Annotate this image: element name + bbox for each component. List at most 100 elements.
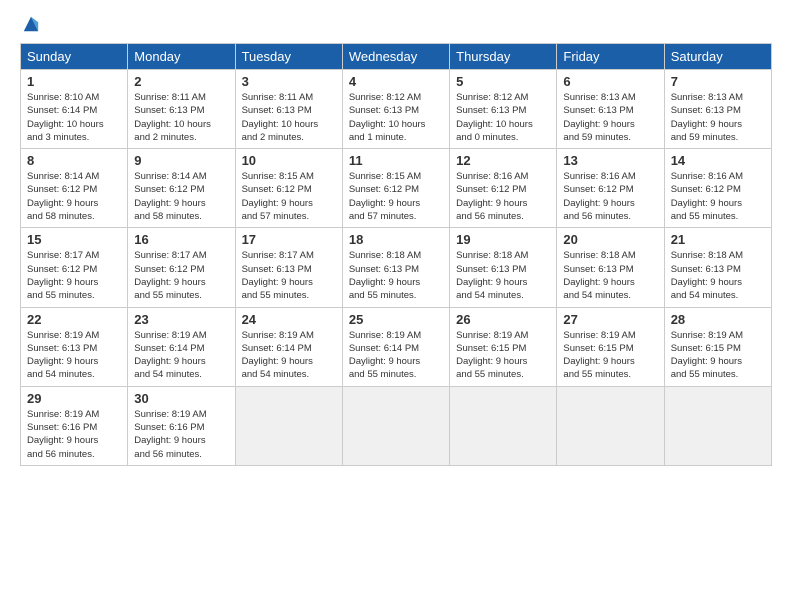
day-info: Sunrise: 8:14 AMSunset: 6:12 PMDaylight:… [27,170,121,223]
day-info: Sunrise: 8:19 AMSunset: 6:15 PMDaylight:… [671,329,765,382]
day-info: Sunrise: 8:12 AMSunset: 6:13 PMDaylight:… [456,91,550,144]
logo-icon [22,15,40,33]
day-number: 8 [27,153,121,168]
day-cell: 16Sunrise: 8:17 AMSunset: 6:12 PMDayligh… [128,228,235,307]
day-cell: 24 Sunrise: 8:19 AMSunset: 6:14 PMDayligh… [235,307,342,386]
day-info: Sunrise: 8:19 AMSunset: 6:15 PMDaylight:… [563,329,657,382]
day-cell: 15 Sunrise: 8:17 AMSunset: 6:12 PMDayligh… [21,228,128,307]
day-cell [450,386,557,465]
day-number: 26 [456,312,550,327]
header-row: SundayMondayTuesdayWednesdayThursdayFrid… [21,44,772,70]
day-number: 17 [242,232,336,247]
day-cell: 4 Sunrise: 8:12 AMSunset: 6:13 PMDaylight… [342,70,449,149]
day-cell: 10 Sunrise: 8:15 AMSunset: 6:12 PMDayligh… [235,149,342,228]
day-number: 28 [671,312,765,327]
day-info: Sunrise: 8:14 AMSunset: 6:12 PMDaylight:… [134,170,228,223]
day-number: 5 [456,74,550,89]
day-number: 4 [349,74,443,89]
day-number: 1 [27,74,121,89]
day-info: Sunrise: 8:16 AMSunset: 6:12 PMDaylight:… [563,170,657,223]
day-cell: 17 Sunrise: 8:17 AMSunset: 6:13 PMDayligh… [235,228,342,307]
day-info: Sunrise: 8:17 AMSunset: 6:12 PMDaylight:… [27,249,121,302]
day-number: 10 [242,153,336,168]
day-info: Sunrise: 8:15 AMSunset: 6:12 PMDaylight:… [349,170,443,223]
day-cell: 27 Sunrise: 8:19 AMSunset: 6:15 PMDayligh… [557,307,664,386]
day-info: Sunrise: 8:19 AMSunset: 6:15 PMDaylight:… [456,329,550,382]
day-info: Sunrise: 8:18 AMSunset: 6:13 PMDaylight:… [456,249,550,302]
day-info: Sunrise: 8:19 AMSunset: 6:13 PMDaylight:… [27,329,121,382]
day-cell: 30 Sunrise: 8:19 AMSunset: 6:16 PMDayligh… [128,386,235,465]
day-cell: 20 Sunrise: 8:18 AMSunset: 6:13 PMDayligh… [557,228,664,307]
day-info: Sunrise: 8:10 AMSunset: 6:14 PMDaylight:… [27,91,121,144]
day-info: Sunrise: 8:19 AMSunset: 6:14 PMDaylight:… [134,329,228,382]
day-cell: 26 Sunrise: 8:19 AMSunset: 6:15 PMDayligh… [450,307,557,386]
day-number: 27 [563,312,657,327]
day-cell: 19Sunrise: 8:18 AMSunset: 6:13 PMDayligh… [450,228,557,307]
day-info: Sunrise: 8:19 AMSunset: 6:14 PMDaylight:… [349,329,443,382]
week-row-2: 8 Sunrise: 8:14 AMSunset: 6:12 PMDaylight… [21,149,772,228]
day-number: 18 [349,232,443,247]
week-row-5: 29 Sunrise: 8:19 AMSunset: 6:16 PMDayligh… [21,386,772,465]
day-number: 29 [27,391,121,406]
day-number: 11 [349,153,443,168]
week-row-4: 22 Sunrise: 8:19 AMSunset: 6:13 PMDayligh… [21,307,772,386]
day-number: 6 [563,74,657,89]
day-cell: 25Sunrise: 8:19 AMSunset: 6:14 PMDayligh… [342,307,449,386]
day-info: Sunrise: 8:13 AMSunset: 6:13 PMDaylight:… [671,91,765,144]
day-info: Sunrise: 8:19 AMSunset: 6:16 PMDaylight:… [134,408,228,461]
day-number: 2 [134,74,228,89]
day-number: 7 [671,74,765,89]
day-cell: 5 Sunrise: 8:12 AMSunset: 6:13 PMDaylight… [450,70,557,149]
header-cell-tuesday: Tuesday [235,44,342,70]
day-number: 13 [563,153,657,168]
day-number: 30 [134,391,228,406]
day-info: Sunrise: 8:12 AMSunset: 6:13 PMDaylight:… [349,91,443,144]
logo [20,15,40,33]
day-number: 9 [134,153,228,168]
header-cell-friday: Friday [557,44,664,70]
day-info: Sunrise: 8:15 AMSunset: 6:12 PMDaylight:… [242,170,336,223]
day-cell: 29 Sunrise: 8:19 AMSunset: 6:16 PMDayligh… [21,386,128,465]
day-info: Sunrise: 8:17 AMSunset: 6:13 PMDaylight:… [242,249,336,302]
day-number: 12 [456,153,550,168]
day-info: Sunrise: 8:18 AMSunset: 6:13 PMDaylight:… [563,249,657,302]
day-cell: 14 Sunrise: 8:16 AMSunset: 6:12 PMDayligh… [664,149,771,228]
day-number: 23 [134,312,228,327]
day-number: 15 [27,232,121,247]
day-cell: 12 Sunrise: 8:16 AMSunset: 6:12 PMDayligh… [450,149,557,228]
header-cell-thursday: Thursday [450,44,557,70]
day-cell: 18 Sunrise: 8:18 AMSunset: 6:13 PMDayligh… [342,228,449,307]
day-cell: 1 Sunrise: 8:10 AMSunset: 6:14 PMDaylight… [21,70,128,149]
day-number: 3 [242,74,336,89]
day-number: 21 [671,232,765,247]
day-cell: 3 Sunrise: 8:11 AMSunset: 6:13 PMDaylight… [235,70,342,149]
day-info: Sunrise: 8:18 AMSunset: 6:13 PMDaylight:… [349,249,443,302]
week-row-3: 15 Sunrise: 8:17 AMSunset: 6:12 PMDayligh… [21,228,772,307]
day-cell: 22 Sunrise: 8:19 AMSunset: 6:13 PMDayligh… [21,307,128,386]
day-info: Sunrise: 8:19 AMSunset: 6:16 PMDaylight:… [27,408,121,461]
day-info: Sunrise: 8:16 AMSunset: 6:12 PMDaylight:… [456,170,550,223]
day-info: Sunrise: 8:13 AMSunset: 6:13 PMDaylight:… [563,91,657,144]
day-number: 24 [242,312,336,327]
header-cell-monday: Monday [128,44,235,70]
day-info: Sunrise: 8:11 AMSunset: 6:13 PMDaylight:… [134,91,228,144]
day-info: Sunrise: 8:11 AMSunset: 6:13 PMDaylight:… [242,91,336,144]
day-cell [557,386,664,465]
day-info: Sunrise: 8:19 AMSunset: 6:14 PMDaylight:… [242,329,336,382]
day-number: 14 [671,153,765,168]
day-cell [664,386,771,465]
day-info: Sunrise: 8:16 AMSunset: 6:12 PMDaylight:… [671,170,765,223]
header-cell-saturday: Saturday [664,44,771,70]
day-cell: 7 Sunrise: 8:13 AMSunset: 6:13 PMDaylight… [664,70,771,149]
day-number: 22 [27,312,121,327]
day-cell [342,386,449,465]
day-info: Sunrise: 8:18 AMSunset: 6:13 PMDaylight:… [671,249,765,302]
day-cell: 6 Sunrise: 8:13 AMSunset: 6:13 PMDaylight… [557,70,664,149]
header-cell-wednesday: Wednesday [342,44,449,70]
day-cell: 9 Sunrise: 8:14 AMSunset: 6:12 PMDaylight… [128,149,235,228]
day-number: 20 [563,232,657,247]
page: SundayMondayTuesdayWednesdayThursdayFrid… [0,0,792,612]
day-number: 16 [134,232,228,247]
day-cell: 23 Sunrise: 8:19 AMSunset: 6:14 PMDayligh… [128,307,235,386]
day-cell: 11 Sunrise: 8:15 AMSunset: 6:12 PMDayligh… [342,149,449,228]
